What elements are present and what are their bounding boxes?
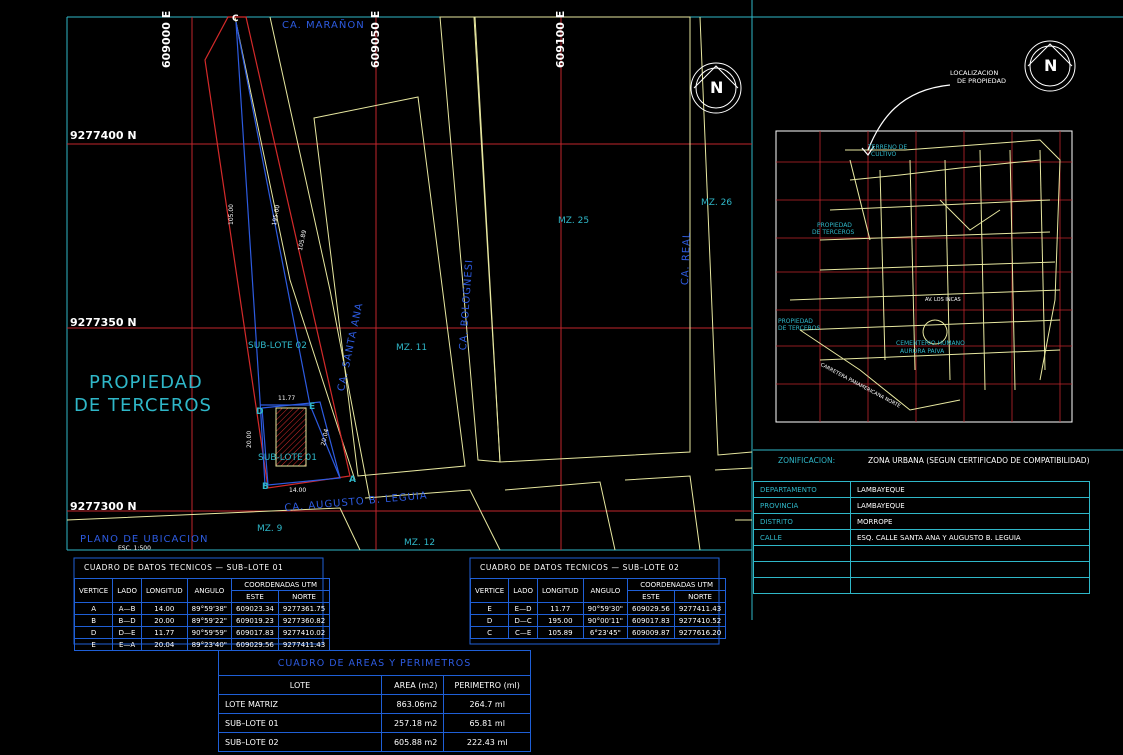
th-norte: NORTE <box>277 590 331 603</box>
info-value: ESQ. CALLE SANTA ANA Y AUGUSTO B. LEGUIA <box>850 529 1090 546</box>
th-area: AREA (m2) <box>380 675 445 695</box>
info-key: DEPARTAMENTO <box>753 481 851 498</box>
table-row: A A—B 14.00 89°59'38" 609023.34 9277361.75 <box>73 602 331 615</box>
table-row: B B—D 20.00 89°59'22" 609019.23 9277360.82 <box>73 614 331 627</box>
street-real-label: CA. REAL <box>680 231 693 286</box>
north-label-main: N <box>710 78 724 97</box>
northing-9277400-label: 9277400 N <box>70 129 137 142</box>
areas-title: CUADRO DE AREAS Y PERIMETROS <box>218 650 531 676</box>
info-value: MORROPE <box>850 513 1090 530</box>
dim-1400: 14.00 <box>289 487 307 494</box>
table-row: E E—D 11.77 90°59'30" 609029.56 9277411.43 <box>469 602 727 615</box>
north-label-inset: N <box>1044 56 1058 75</box>
vertex-c-label: C <box>232 14 239 24</box>
location-info-table: DEPARTAMENTO LAMBAYEQUE PROVINCIA LAMBAYEQ… <box>753 481 1090 594</box>
table-row: D D—E 11.77 90°59'59" 609017.83 9277410.02 <box>73 626 331 639</box>
northing-9277300-label: 9277300 N <box>70 500 137 513</box>
table-row: D D—C 195.00 90°00'11" 609017.83 9277410.52 <box>469 614 727 627</box>
table-row: SUB–LOTE 02 605.88 m2 222.43 ml <box>218 732 531 752</box>
technical-table-sublote-02: VERTICE LADO LONGITUD ANGULO COORDENADAS… <box>469 578 727 639</box>
inset-prop-2: DE TERCEROS <box>812 229 855 236</box>
table-row: E E—A 20.04 89°23'40" 609029.56 9277411.43 <box>73 638 331 651</box>
th-norte: NORTE <box>673 590 727 603</box>
vertex-b-label: B <box>262 482 269 492</box>
vertex-e-label: E <box>309 402 316 412</box>
info-key: CALLE <box>753 529 851 546</box>
table1-title: CUADRO DE DATOS TECNICOS — SUB–LOTE 01 <box>84 563 284 572</box>
block-mz26-label: MZ. 26 <box>701 198 733 208</box>
inset-cementerio-1: CEMENTERIO HUMANO <box>896 340 965 347</box>
city-blocks <box>66 16 753 551</box>
info-row: PROVINCIA LAMBAYEQUE <box>753 497 1090 514</box>
th-vertice: VERTICE <box>73 578 114 603</box>
th-este: ESTE <box>627 590 675 603</box>
inset-map-frame <box>775 130 1073 423</box>
th-angulo: ANGULO <box>582 578 629 603</box>
plan-title: PLANO DE UBICACION <box>80 534 209 545</box>
vertex-a-label: A <box>349 475 356 485</box>
technical-table-sublote-01: VERTICE LADO LONGITUD ANGULO COORDENADAS… <box>73 578 331 651</box>
inset-grid <box>776 131 1072 422</box>
location-label-1: LOCALIZACION <box>950 69 999 77</box>
coordinate-grid <box>67 17 752 550</box>
info-value: LAMBAYEQUE <box>850 497 1090 514</box>
th-utm: COORDENADAS UTM <box>231 578 331 591</box>
th-este: ESTE <box>231 590 279 603</box>
info-row <box>753 577 1090 594</box>
inset-terreno-2: CULTIVO <box>871 151 897 158</box>
easting-609000-label: 609000 E <box>160 10 173 68</box>
block-mz25-label: MZ. 25 <box>558 216 590 226</box>
info-row <box>753 561 1090 578</box>
inset-prop-1: PROPIEDAD <box>817 222 852 229</box>
th-angulo: ANGULO <box>186 578 233 603</box>
inset-prop2-1: PROPIEDAD <box>778 318 813 325</box>
th-lado: LADO <box>112 578 142 603</box>
street-maranon-label: CA. MARAÑON <box>282 20 365 31</box>
info-row: DISTRITO MORROPE <box>753 513 1090 530</box>
vertex-d-label: D <box>256 407 264 417</box>
easting-609050-label: 609050 E <box>369 10 382 68</box>
dim-1177: 11.77 <box>278 395 296 402</box>
block-mz12-label: MZ. 12 <box>404 538 436 548</box>
zonificacion-value: ZONA URBANA (SEGUN CERTIFICADO DE COMPAT… <box>868 456 1090 465</box>
areas-perimeters-table: CUADRO DE AREAS Y PERIMETROS LOTE AREA (… <box>218 650 531 752</box>
block-mz11-label: MZ. 11 <box>396 343 428 353</box>
dim-2000: 20.00 <box>246 430 253 448</box>
dim-10500: 105.00 <box>228 204 235 225</box>
easting-609100-label: 609100 E <box>554 10 567 68</box>
third-party-property-label-1: PROPIEDAD <box>89 372 203 393</box>
info-row: DEPARTAMENTO LAMBAYEQUE <box>753 481 1090 498</box>
location-label-2: DE PROPIEDAD <box>957 77 1007 85</box>
plan-scale: ESC. 1:500 <box>118 545 151 552</box>
northing-9277350-label: 9277350 N <box>70 316 137 329</box>
th-perimetro: PERIMETRO (ml) <box>443 675 531 695</box>
info-value: LAMBAYEQUE <box>850 481 1090 498</box>
inset-terreno-1: TERRENO DE <box>868 144 908 151</box>
block-mz9-label: MZ. 9 <box>257 524 283 534</box>
north-arrow-icon <box>690 40 1076 114</box>
info-key: DISTRITO <box>753 513 851 530</box>
table2-title: CUADRO DE DATOS TECNICOS — SUB–LOTE 02 <box>480 563 680 572</box>
inset-av-label: AV. LOS INCAS <box>925 297 961 303</box>
th-longitud: LONGITUD <box>140 578 188 603</box>
sublote-02-label: SUB-LOTE 02 <box>248 341 307 351</box>
th-lote: LOTE <box>218 675 382 695</box>
th-lado: LADO <box>508 578 538 603</box>
table-row: LOTE MATRIZ 863.06m2 264.7 ml <box>218 694 531 714</box>
table-row: SUB–LOTE 01 257.18 m2 65.81 ml <box>218 713 531 733</box>
location-pointer <box>867 84 951 151</box>
sublote-01-label: SUB-LOTE 01 <box>258 453 317 463</box>
third-party-property-label-2: DE TERCEROS <box>74 395 212 416</box>
inset-cementerio-2: AURORA PAIVA <box>900 348 945 355</box>
info-row <box>753 545 1090 562</box>
th-utm: COORDENADAS UTM <box>627 578 727 591</box>
zonificacion-label: ZONIFICACION: <box>778 456 836 465</box>
inset-prop2-2: DE TERCEROS <box>778 325 821 332</box>
info-row: CALLE ESQ. CALLE SANTA ANA Y AUGUSTO B. L… <box>753 529 1090 546</box>
info-key: PROVINCIA <box>753 497 851 514</box>
table-row: C C—E 105.89 6°23'45" 609009.87 9277616.20 <box>469 626 727 639</box>
th-longitud: LONGITUD <box>536 578 584 603</box>
th-vertice: VERTICE <box>469 578 510 603</box>
